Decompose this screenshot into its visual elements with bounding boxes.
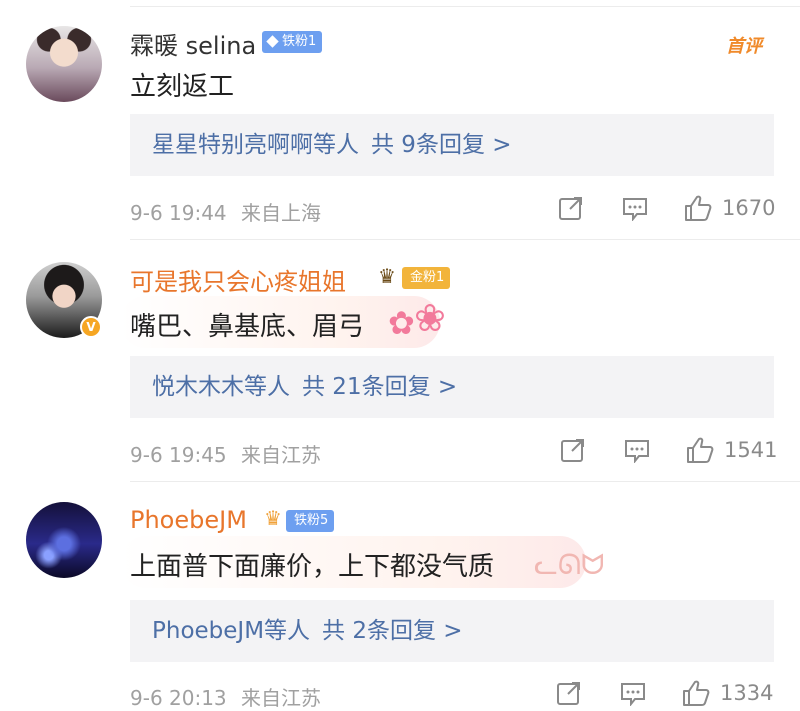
- diamond-icon: [266, 35, 279, 48]
- replies-count-link[interactable]: 共 2条回复 >: [322, 618, 463, 644]
- comment-icon[interactable]: [622, 197, 648, 221]
- fan-badge-label: 金粉1: [410, 270, 445, 285]
- like-icon[interactable]: [682, 679, 710, 707]
- share-icon[interactable]: [560, 437, 586, 463]
- comment-item: 霖暖 selina 铁粉1 首评 立刻返工 星星特别亮啊啊等人共 9条回复 > …: [0, 0, 800, 240]
- like-icon[interactable]: [686, 436, 714, 464]
- comment-text: 立刻返工: [130, 72, 235, 102]
- replies-count-link[interactable]: 共 21条回复 >: [302, 374, 457, 400]
- comment-meta: 9-6 20:13 来自江苏: [130, 682, 321, 711]
- flower-sticker: ✿: [388, 304, 415, 342]
- verified-badge-icon: V: [80, 316, 102, 338]
- replies-preview[interactable]: 悦木木木等人共 21条回复 >: [130, 356, 774, 418]
- like-count: 1670: [722, 196, 776, 220]
- fan-badge-label: 铁粉1: [282, 34, 317, 49]
- replies-names: 悦木木木等人: [152, 374, 290, 400]
- avatar[interactable]: [26, 502, 102, 578]
- timestamp: 9-6 19:45: [130, 443, 227, 467]
- location: 来自江苏: [241, 443, 322, 467]
- share-icon[interactable]: [558, 195, 584, 221]
- crown-icon: ♛: [264, 506, 282, 530]
- replies-names: 星星特别亮啊啊等人: [152, 132, 359, 158]
- replies-preview[interactable]: PhoebeJM等人共 2条回复 >: [130, 600, 774, 662]
- first-comment-tag: 首评: [726, 36, 762, 57]
- comment-item: PhoebeJM ♛ 铁粉5 上面普下面廉价，上下都没气质 ᓚᘏᗢ Phoebe…: [0, 482, 800, 711]
- avatar[interactable]: [26, 26, 102, 102]
- username[interactable]: 霖暖 selina: [130, 26, 256, 61]
- fan-badge-label: 铁粉5: [294, 513, 329, 528]
- location: 来自江苏: [241, 686, 322, 710]
- replies-names: PhoebeJM等人: [152, 618, 311, 644]
- username[interactable]: 可是我只会心疼姐姐: [130, 262, 346, 297]
- replies-count-link[interactable]: 共 9条回复 >: [371, 132, 512, 158]
- like-count: 1541: [724, 438, 778, 462]
- like-icon[interactable]: [684, 194, 712, 222]
- timestamp: 9-6 19:44: [130, 201, 227, 225]
- comment-text: 上面普下面廉价，上下都没气质: [130, 552, 495, 582]
- fan-badge: 铁粉5: [286, 510, 335, 532]
- location: 来自上海: [241, 201, 322, 225]
- fan-badge: 铁粉1: [262, 31, 323, 53]
- fan-badge: 金粉1: [402, 267, 451, 289]
- cat-sticker: ᓚᘏᗢ: [534, 548, 605, 581]
- comment-icon[interactable]: [620, 682, 646, 706]
- comment-icon[interactable]: [624, 439, 650, 463]
- replies-preview[interactable]: 星星特别亮啊啊等人共 9条回复 >: [130, 114, 774, 176]
- like-count: 1334: [720, 681, 774, 705]
- flower-sticker: ❀: [414, 296, 446, 340]
- crown-icon: ♛: [378, 264, 396, 288]
- comment-meta: 9-6 19:44 来自上海: [130, 197, 321, 226]
- comment-meta: 9-6 19:45 来自江苏: [130, 439, 321, 468]
- comment-item: V 可是我只会心疼姐姐 ♛ 金粉1 嘴巴、鼻基底、眉弓 ✿ ❀ 悦木木木等人共 …: [0, 240, 800, 482]
- comment-text: 嘴巴、鼻基底、眉弓: [130, 312, 365, 342]
- timestamp: 9-6 20:13: [130, 686, 227, 710]
- username[interactable]: PhoebeJM: [130, 506, 247, 534]
- share-icon[interactable]: [556, 680, 582, 706]
